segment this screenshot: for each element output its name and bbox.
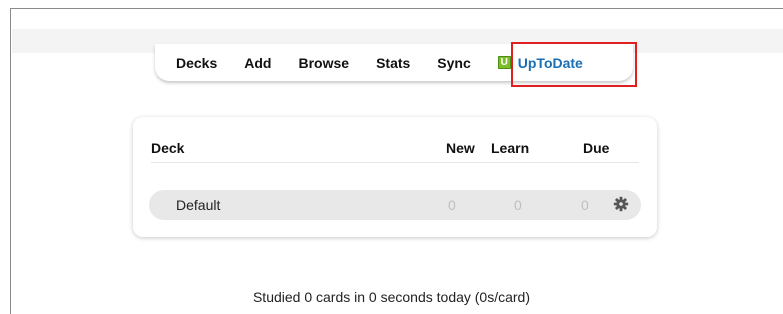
deck-due-count: 0 xyxy=(581,197,589,213)
header-due: Due xyxy=(583,140,610,156)
toolbar-uptodate-label: UpToDate xyxy=(517,54,583,71)
gear-icon[interactable] xyxy=(613,196,629,212)
toolbar-browse[interactable]: Browse xyxy=(298,55,349,71)
toolbar-stats[interactable]: Stats xyxy=(376,55,410,71)
toolbar-sync[interactable]: Sync xyxy=(437,55,470,71)
studied-summary: Studied 0 cards in 0 seconds today (0s/c… xyxy=(252,289,531,305)
main-toolbar: Decks Add Browse Stats Sync U UpToDate xyxy=(155,44,633,81)
deck-table-header: Deck New Learn Due xyxy=(151,137,639,163)
deck-list-card: Deck New Learn Due Default 0 0 0 xyxy=(133,117,657,237)
deck-new-count: 0 xyxy=(448,197,456,213)
deck-learn-count: 0 xyxy=(514,197,522,213)
toolbar-decks[interactable]: Decks xyxy=(176,55,217,71)
header-learn: Learn xyxy=(491,140,530,156)
header-new: New xyxy=(446,140,475,156)
header-deck: Deck xyxy=(151,140,185,156)
toolbar-add[interactable]: Add xyxy=(244,55,271,71)
toolbar-uptodate[interactable]: U UpToDate xyxy=(497,54,583,71)
deck-name[interactable]: Default xyxy=(176,197,220,213)
uptodate-icon: U xyxy=(497,56,511,69)
deck-row-default[interactable]: Default 0 0 0 xyxy=(149,190,641,220)
